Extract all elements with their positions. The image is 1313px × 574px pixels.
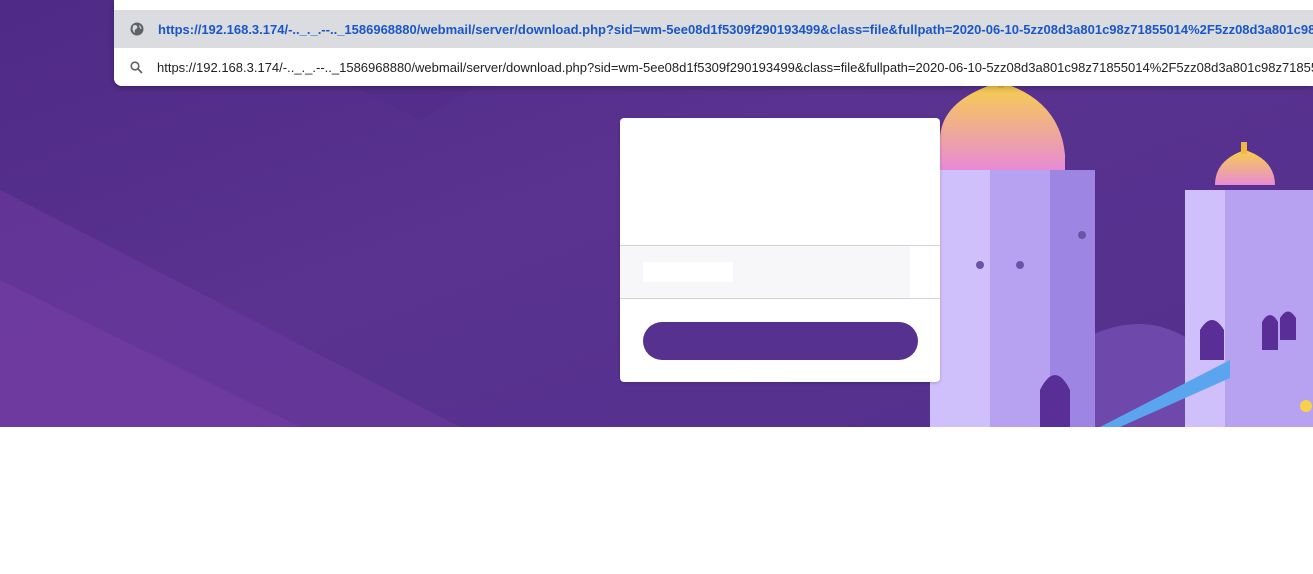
field-value [643, 262, 733, 282]
suggestion-url: https://192.168.3.174/-.._._.--.._158696… [157, 59, 1313, 75]
search-icon [130, 60, 143, 74]
omnibox-dropdown: https://192.168.3.174/-.._._.--.._158696… [114, 0, 1313, 86]
login-input-field[interactable] [620, 246, 910, 298]
globe-icon [130, 22, 144, 36]
castle-illustration [930, 70, 1313, 427]
omnibox-suggestion-selected[interactable]: https://192.168.3.174/-.._._.--.._158696… [114, 10, 1313, 48]
omnibox-suggestion[interactable]: https://192.168.3.174/-.._._.--.._158696… [114, 48, 1313, 86]
suggestion-url: https://192.168.3.174/-.._._.--.._158696… [158, 21, 1313, 37]
login-card [620, 118, 940, 382]
divider [620, 298, 940, 299]
submit-button[interactable] [643, 322, 918, 360]
